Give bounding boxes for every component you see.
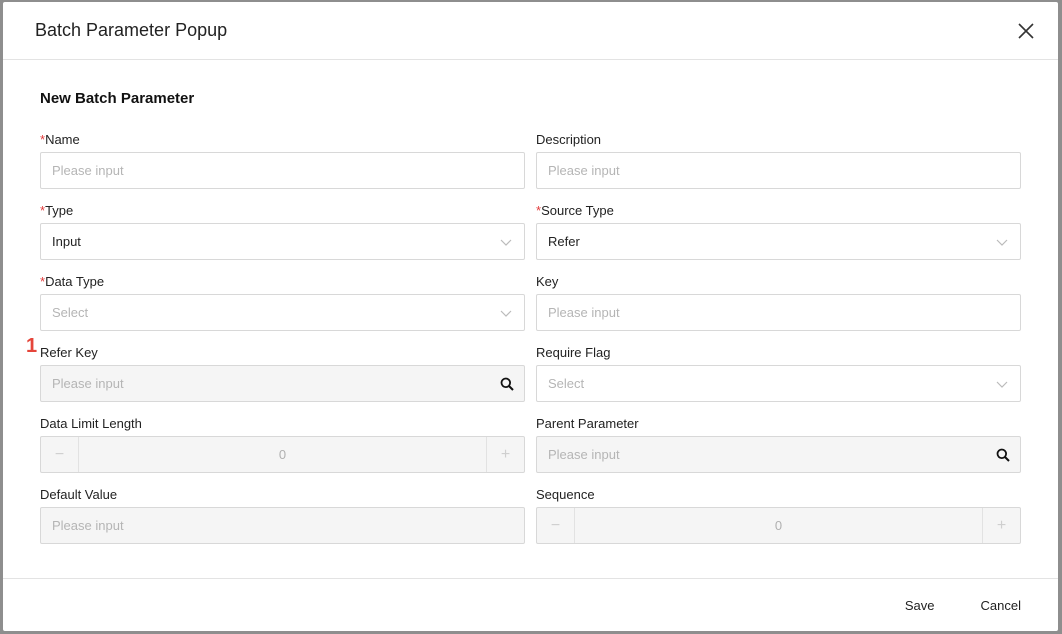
refer-key-field: 1 Refer Key Please input	[26, 336, 525, 402]
default-value-placeholder: Please input	[52, 518, 124, 533]
increment-button[interactable]: +	[982, 508, 1020, 543]
source-type-value: Refer	[548, 234, 580, 249]
increment-button[interactable]: +	[486, 437, 524, 472]
key-label: Key	[536, 274, 559, 289]
source-type-select[interactable]: Refer	[536, 223, 1021, 260]
sequence-value[interactable]: 0	[575, 508, 982, 543]
decrement-button[interactable]: −	[537, 508, 575, 543]
key-input[interactable]: Please input	[536, 294, 1021, 331]
parent-parameter-input[interactable]: Please input	[536, 436, 1021, 473]
require-flag-select[interactable]: Select	[536, 365, 1021, 402]
parent-parameter-label: Parent Parameter	[536, 416, 639, 431]
source-type-field: *Source Type Refer	[536, 202, 1021, 260]
data-type-label: *Data Type	[40, 273, 525, 290]
form-grid: *Name Please input Description Please in…	[26, 131, 1021, 544]
description-input[interactable]: Please input	[536, 152, 1021, 189]
description-field: Description Please input	[536, 131, 1021, 189]
close-button[interactable]	[1014, 19, 1038, 43]
name-label-text: Name	[45, 132, 80, 147]
modal-title: Batch Parameter Popup	[35, 20, 228, 40]
name-input[interactable]: Please input	[40, 152, 525, 189]
default-value-input[interactable]: Please input	[40, 507, 525, 544]
modal-body: New Batch Parameter *Name Please input D…	[3, 60, 1058, 544]
data-limit-length-label: Data Limit Length	[40, 416, 142, 431]
modal-header: Batch Parameter Popup	[3, 2, 1058, 60]
description-label: Description	[536, 132, 602, 147]
source-type-label-text: Source Type	[541, 203, 614, 218]
annotation-marker: 1	[26, 335, 38, 357]
refer-key-placeholder: Please input	[52, 376, 124, 391]
type-field: *Type Input	[40, 202, 525, 260]
decrement-button[interactable]: −	[41, 437, 79, 472]
default-value-label: Default Value	[40, 487, 118, 502]
source-type-label: *Source Type	[536, 202, 1021, 219]
type-value: Input	[52, 234, 81, 249]
data-limit-length-value[interactable]: 0	[79, 437, 486, 472]
search-icon[interactable]	[500, 377, 514, 391]
name-label: *Name	[40, 131, 525, 148]
save-button[interactable]: Save	[905, 598, 935, 613]
modal-footer: Save Cancel	[3, 578, 1058, 631]
require-flag-field: Require Flag Select	[536, 344, 1021, 402]
data-type-field: *Data Type Select	[40, 273, 525, 331]
data-limit-length-stepper: − 0 +	[40, 436, 525, 473]
data-type-label-text: Data Type	[45, 274, 105, 289]
refer-key-label: 1 Refer Key	[26, 336, 525, 361]
chevron-down-icon	[996, 381, 1008, 388]
chevron-down-icon	[996, 239, 1008, 246]
search-icon[interactable]	[996, 448, 1010, 462]
chevron-down-icon	[500, 310, 512, 317]
data-type-placeholder: Select	[52, 305, 89, 320]
batch-parameter-modal: Batch Parameter Popup New Batch Paramete…	[3, 2, 1058, 631]
key-placeholder: Please input	[548, 305, 620, 320]
chevron-down-icon	[500, 239, 512, 246]
name-field: *Name Please input	[40, 131, 525, 189]
close-icon	[1018, 22, 1034, 39]
data-type-select[interactable]: Select	[40, 294, 525, 331]
sequence-label: Sequence	[536, 487, 595, 502]
default-value-field: Default Value Please input	[40, 486, 525, 544]
description-placeholder: Please input	[548, 163, 620, 178]
refer-key-label-text: Refer Key	[40, 345, 98, 360]
key-field: Key Please input	[536, 273, 1021, 331]
type-label: *Type	[40, 202, 525, 219]
section-title: New Batch Parameter	[40, 90, 195, 107]
parent-parameter-placeholder: Please input	[548, 447, 620, 462]
sequence-stepper: − 0 +	[536, 507, 1021, 544]
type-select[interactable]: Input	[40, 223, 525, 260]
parent-parameter-field: Parent Parameter Please input	[536, 415, 1021, 473]
data-limit-length-field: Data Limit Length − 0 +	[40, 415, 525, 473]
refer-key-input[interactable]: Please input	[40, 365, 525, 402]
sequence-field: Sequence − 0 +	[536, 486, 1021, 544]
name-placeholder: Please input	[52, 163, 124, 178]
require-flag-placeholder: Select	[548, 376, 585, 391]
type-label-text: Type	[45, 203, 74, 218]
cancel-button[interactable]: Cancel	[981, 598, 1021, 613]
require-flag-label: Require Flag	[536, 345, 611, 360]
